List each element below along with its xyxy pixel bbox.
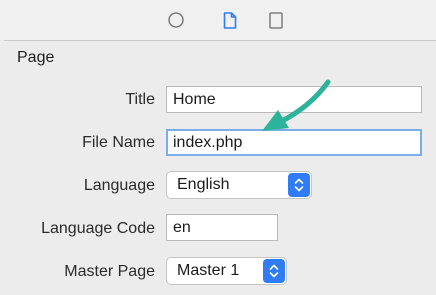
chevron-updown-icon [263,259,285,283]
language-popup[interactable]: English [166,171,312,199]
section-title: Page [17,49,55,66]
master-page-popup[interactable]: Master 1 [166,257,287,285]
language-label: Language [83,177,155,194]
language-code-field[interactable]: en [166,214,278,241]
title-field[interactable]: Home [166,86,422,113]
document-icon[interactable] [223,12,237,29]
language-value: English [177,176,230,193]
language-code-label: Language Code [41,220,155,237]
master-page-value: Master 1 [177,262,240,279]
circle-icon[interactable] [168,12,184,28]
title-label: Title [125,91,155,108]
inspector-toolbar [0,0,436,40]
master-page-label: Master Page [64,263,155,280]
square-icon[interactable] [269,12,283,29]
chevron-updown-icon [288,173,310,197]
file-name-field[interactable]: index.php [166,129,422,156]
file-name-label: File Name [82,134,155,151]
